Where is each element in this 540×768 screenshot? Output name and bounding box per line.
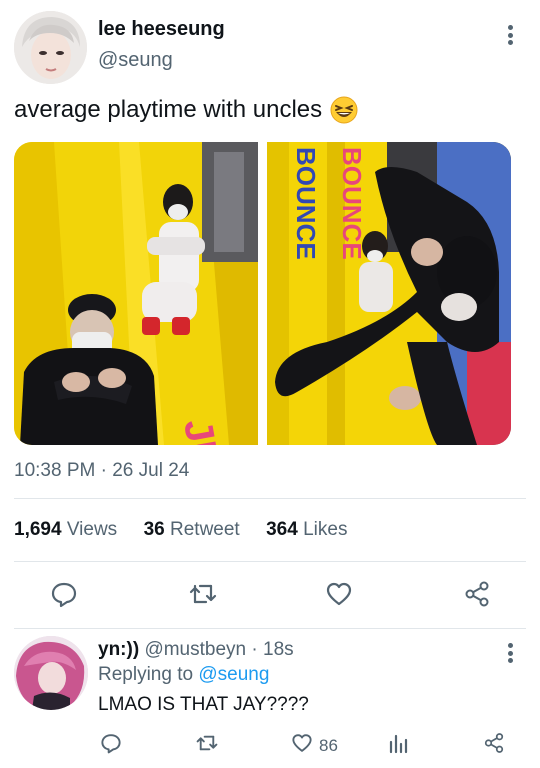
author-avatar[interactable] [14, 11, 87, 84]
author-name[interactable]: lee heeseung [98, 18, 225, 41]
reply-icon[interactable] [100, 732, 122, 759]
tweet-photo-1[interactable]: JUNC! [14, 142, 258, 445]
share-icon[interactable] [460, 577, 494, 611]
tweet-text: average playtime with uncles [14, 96, 358, 124]
reply-icon[interactable] [47, 577, 81, 611]
reply-like-button[interactable]: 86 [291, 732, 338, 759]
reply-views-button[interactable] [388, 732, 410, 759]
reply-reply-button[interactable] [100, 732, 122, 759]
views-label: Views [66, 519, 118, 540]
likes-label[interactable]: Likes [303, 519, 347, 540]
like-icon[interactable] [291, 732, 313, 759]
divider [14, 628, 526, 629]
retweets-count[interactable]: 36 [144, 519, 165, 540]
reply-more-options-icon[interactable] [500, 640, 520, 666]
replying-to-line: Replying to @seung [98, 664, 269, 686]
reply-author-line: yn:)) @mustbeyn · 18s [98, 639, 294, 661]
slide-sign-right-a: BOUNCE [291, 147, 321, 260]
divider [14, 561, 526, 562]
share-icon[interactable] [483, 732, 505, 759]
retweet-icon[interactable] [195, 732, 219, 759]
views-icon[interactable] [388, 732, 410, 759]
more-options-icon[interactable] [500, 22, 520, 48]
like-icon[interactable] [322, 577, 356, 611]
divider [14, 498, 526, 499]
reply-share-button[interactable] [483, 732, 505, 759]
reply-text: LMAO IS THAT JAY???? [98, 694, 309, 715]
retweet-icon[interactable] [186, 577, 220, 611]
tweet-text-body: average playtime with uncles [14, 96, 323, 123]
likes-count[interactable]: 364 [266, 519, 298, 540]
tweet-stats: 1,694 Views 36 Retweet 364 Likes [14, 519, 347, 541]
views-count: 1,694 [14, 519, 62, 540]
reply-time[interactable]: · 18s [251, 639, 293, 660]
reply-author-handle[interactable]: @mustbeyn [144, 639, 246, 660]
author-handle[interactable]: @seung [98, 49, 173, 72]
retweets-label[interactable]: Retweet [170, 519, 240, 540]
reply-retweet-button[interactable] [195, 732, 219, 759]
reply-author-name[interactable]: yn:)) [98, 639, 139, 660]
tweet-media[interactable]: JUNC! BOUNCE BOUNC [14, 142, 511, 445]
reply-author-avatar[interactable] [14, 636, 88, 710]
tweet-timestamp[interactable]: 10:38 PM · 26 Jul 24 [14, 460, 189, 482]
reply-likes-count: 86 [319, 735, 338, 755]
grinning-squinting-face-icon [330, 96, 358, 124]
replying-to-prefix: Replying to [98, 664, 194, 685]
tweet-photo-2[interactable]: BOUNCE BOUNCE [267, 142, 511, 445]
replying-to-mention[interactable]: @seung [198, 664, 269, 685]
